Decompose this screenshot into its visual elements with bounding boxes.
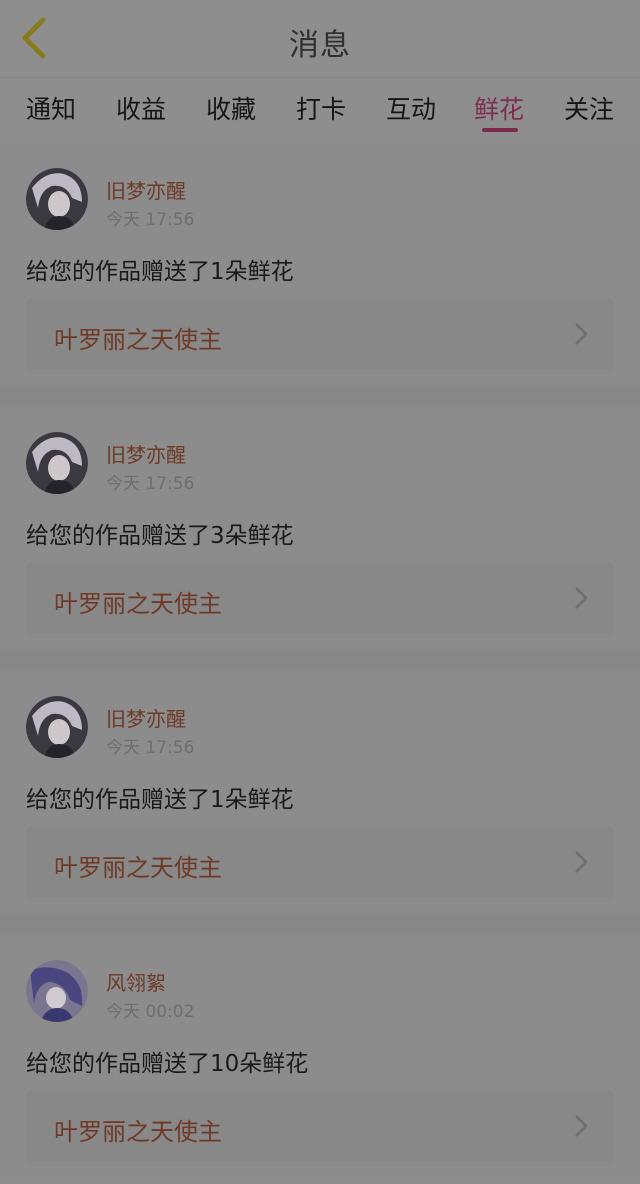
tab-favorites[interactable]: 收藏 [206,90,256,126]
message-text: 给您的作品赠送了1朵鲜花 [26,259,294,285]
tab-checkin[interactable]: 打卡 [296,90,346,126]
message-text: 给您的作品赠送了3朵鲜花 [26,523,294,549]
avatar[interactable] [26,960,88,1022]
message-card: 风翎絮 今天 00:02 给您的作品赠送了10朵鲜花 叶罗丽之天使主 [0,934,640,1178]
username[interactable]: 旧梦亦醒 [106,439,186,468]
chevron-right-icon [575,1115,588,1137]
tab-flowers[interactable]: 鲜花 [474,90,524,126]
timestamp: 今天 00:02 [106,1002,195,1022]
avatar[interactable] [26,696,88,758]
card-separator [0,650,640,670]
work-link[interactable]: 叶罗丽之天使主 [26,298,614,370]
tab-interactions[interactable]: 互动 [386,90,436,126]
work-link[interactable]: 叶罗丽之天使主 [26,1090,614,1162]
work-link[interactable]: 叶罗丽之天使主 [26,562,614,634]
username[interactable]: 风翎絮 [106,967,166,996]
message-text: 给您的作品赠送了1朵鲜花 [26,787,294,813]
card-separator [0,914,640,934]
work-title: 叶罗丽之天使主 [54,326,222,354]
work-link[interactable]: 叶罗丽之天使主 [26,826,614,898]
top-bar: 消息 [0,0,640,78]
chevron-right-icon [575,323,588,345]
timestamp: 今天 17:56 [106,474,195,494]
message-card: 旧梦亦醒 今天 17:56 给您的作品赠送了1朵鲜花 叶罗丽之天使主 [0,670,640,914]
active-tab-indicator [482,128,518,132]
avatar[interactable] [26,432,88,494]
page-title: 消息 [289,28,351,63]
tab-notifications[interactable]: 通知 [26,90,76,126]
chevron-right-icon [575,587,588,609]
messages-screen: 消息 通知 收益 收藏 打卡 互动 鲜花 关注 旧梦亦醒 今天 17:56 给您… [0,0,640,1184]
tab-follows[interactable]: 关注 [564,90,614,126]
message-text: 给您的作品赠送了10朵鲜花 [26,1051,309,1077]
tab-earnings[interactable]: 收益 [116,90,166,126]
chevron-right-icon [575,851,588,873]
avatar[interactable] [26,168,88,230]
tab-bar: 通知 收益 收藏 打卡 互动 鲜花 关注 [0,78,640,140]
username[interactable]: 旧梦亦醒 [106,175,186,204]
work-title: 叶罗丽之天使主 [54,854,222,882]
work-title: 叶罗丽之天使主 [54,590,222,618]
timestamp: 今天 17:56 [106,738,195,758]
message-card: 旧梦亦醒 今天 17:56 给您的作品赠送了3朵鲜花 叶罗丽之天使主 [0,406,640,650]
message-card: 旧梦亦醒 今天 17:56 给您的作品赠送了1朵鲜花 叶罗丽之天使主 [0,142,640,386]
username[interactable]: 旧梦亦醒 [106,703,186,732]
card-separator [0,386,640,406]
timestamp: 今天 17:56 [106,210,195,230]
work-title: 叶罗丽之天使主 [54,1118,222,1146]
